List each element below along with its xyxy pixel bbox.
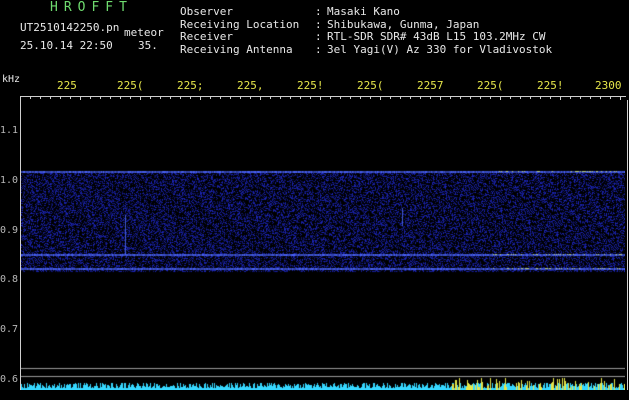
info-separator: :: [315, 5, 322, 18]
app-title: HROFFT: [50, 0, 133, 15]
x-tick-label: 225,: [237, 79, 264, 92]
info-value: RTL-SDR SDR# 43dB L15 103.2MHz CW: [327, 30, 546, 43]
info-separator: :: [315, 17, 322, 31]
info-value: 3el Yagi(V) Az 330 for Vladivostok: [327, 42, 553, 56]
x-tick-label: 225!: [297, 79, 324, 92]
y-tick-label: 0.7: [0, 324, 19, 335]
info-separator: :: [315, 30, 322, 43]
info-label: Observer: [180, 5, 233, 18]
x-tick-label: 225(: [477, 79, 504, 92]
meteor-count: 35.: [138, 39, 158, 52]
y-tick-label: 1.0: [0, 175, 19, 186]
info-label: Receiver: [180, 30, 233, 43]
x-tick-label: 225!: [537, 79, 564, 92]
info-row-receiver: Receiver : RTL-SDR SDR# 43dB L15 103.2MH…: [180, 30, 552, 43]
info-row-antenna: Receiving Antenna : 3el Yagi(V) Az 330 f…: [180, 43, 552, 56]
station-info: Observer : Masaki Kano Receiving Locatio…: [180, 5, 552, 56]
y-tick-label: 0.6: [0, 374, 19, 385]
info-value: Masaki Kano: [327, 5, 400, 18]
info-label: Receiving Antenna: [180, 42, 293, 56]
x-tick-label: 225: [57, 79, 77, 92]
info-row-observer: Observer : Masaki Kano: [180, 5, 552, 18]
spectrogram-panel: [20, 100, 628, 390]
info-separator: :: [315, 42, 322, 56]
meteor-label: meteor: [124, 26, 164, 39]
x-tick-label: 2300: [595, 79, 622, 92]
y-tick-label: 1.1: [0, 125, 19, 136]
info-label: Receiving Location: [180, 17, 300, 31]
date-time: 25.10.14 22:50: [20, 39, 113, 52]
file-name: UT2510142250.pn: [20, 21, 120, 34]
info-value: Shibukawa, Gunma, Japan: [327, 17, 480, 31]
x-tick-label: 2257: [417, 79, 444, 92]
x-tick-label: 225(: [117, 79, 144, 92]
x-tick-label: 225(: [357, 79, 384, 92]
info-row-location: Receiving Location : Shibukawa, Gunma, J…: [180, 18, 552, 31]
y-tick-label: 0.9: [0, 225, 19, 236]
y-tick-label: 0.8: [0, 274, 19, 285]
spectrogram-canvas: [21, 100, 625, 390]
y-axis-unit: kHz: [2, 74, 21, 85]
x-tick-label: 225;: [177, 79, 204, 92]
